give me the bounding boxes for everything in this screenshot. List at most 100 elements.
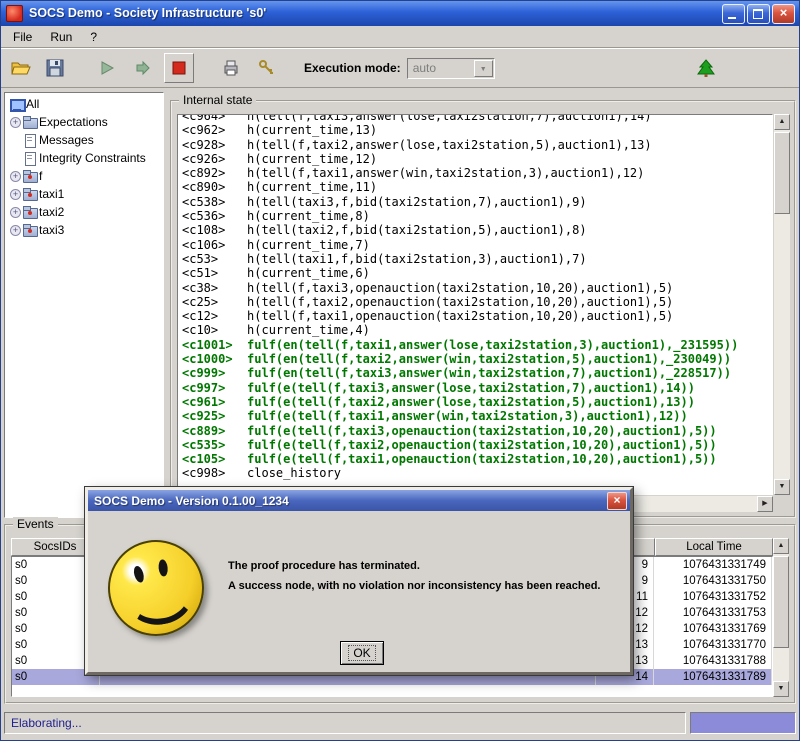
cell-local-time: 1076431331749 [654,557,772,573]
society-tree: All Expectations Messages Int [5,93,163,239]
tree-node-label: f [39,169,42,183]
scrollbar-corner [774,496,790,512]
state-line: <c998> close_history [182,466,771,480]
tree-node-icon [22,223,39,237]
state-line-text: <c998> close_history [182,466,341,480]
scroll-right-icon[interactable] [757,496,773,512]
scrollbar-thumb[interactable] [773,556,789,648]
events-vertical-scrollbar[interactable] [773,538,789,697]
internal-state-view[interactable]: <c964> h(tell(f,taxi3,answer(lose,taxi2s… [177,114,773,495]
state-line-text: <c51> h(current_time,6) [182,266,370,280]
tree-item[interactable]: f [5,167,163,185]
tree-node-label: taxi3 [39,223,64,237]
stop-icon [170,59,188,77]
stop-button[interactable] [164,53,194,83]
cell-local-time: 1076431331770 [654,637,772,653]
open-button[interactable] [6,53,36,83]
state-line: <c38> h(tell(f,taxi3,openauction(taxi2st… [182,281,771,295]
maximize-button[interactable] [747,4,770,24]
tree-node-icon [22,133,39,147]
minimize-button[interactable] [722,4,745,24]
toolbar: Execution mode: auto [0,48,800,88]
state-line-text: <c1000> fulf(en(tell(f,taxi2,answer(win,… [182,352,731,366]
chevron-down-icon[interactable] [474,60,493,77]
tree-node-label: taxi1 [39,187,64,201]
expand-toggle-icon[interactable] [9,170,22,183]
state-vertical-scrollbar[interactable] [774,114,790,495]
save-button[interactable] [40,53,70,83]
state-line-text: <c1001> fulf(en(tell(f,taxi1,answer(lose… [182,338,738,352]
state-line-text: <c999> fulf(en(tell(f,taxi3,answer(win,t… [182,366,731,380]
tree-item[interactable]: taxi1 [5,185,163,203]
tree-node-icon [9,97,26,111]
tree-item[interactable]: Expectations [5,113,163,131]
scroll-up-icon[interactable] [774,114,790,130]
tree-item[interactable]: Messages [5,131,163,149]
tree-item[interactable]: taxi3 [5,221,163,239]
dialog-message-line2: A success node, with no violation nor in… [228,580,600,592]
expand-toggle-icon[interactable] [9,188,22,201]
state-line-text: <c105> fulf(e(tell(f,taxi1,openauction(t… [182,452,717,466]
state-line-text: <c997> fulf(e(tell(f,taxi3,answer(lose,t… [182,381,695,395]
tree-node-icon [22,151,39,165]
state-line: <c999> fulf(en(tell(f,taxi3,answer(win,t… [182,366,771,380]
tree-node-label: Integrity Constraints [39,151,146,165]
state-line: <c925> fulf(e(tell(f,taxi1,answer(win,ta… [182,409,771,423]
scrollbar-thumb[interactable] [774,132,790,214]
state-line: <c108> h(tell(taxi2,f,bid(taxi2station,5… [182,223,771,237]
state-line-text: <c12> h(tell(f,taxi1,openauction(taxi2st… [182,309,673,323]
execution-mode-value: auto [413,59,436,78]
tree-node-icon [22,205,39,219]
menu-item[interactable]: File [4,28,41,46]
dialog-close-button[interactable] [607,492,627,510]
menu-item[interactable]: ? [81,28,106,46]
keys-icon [258,59,276,77]
scroll-up-icon[interactable] [773,538,789,554]
state-line: <c964> h(tell(f,taxi3,answer(lose,taxi2s… [182,114,771,123]
execution-mode-select[interactable]: auto [407,58,495,79]
result-dialog: SOCS Demo - Version 0.1.00_1234 The proo… [85,487,633,675]
step-button[interactable] [128,53,158,83]
scroll-down-icon[interactable] [773,681,789,697]
dialog-title-bar[interactable]: SOCS Demo - Version 0.1.00_1234 [88,490,630,511]
state-line: <c10> h(current_time,4) [182,323,771,337]
state-line-text: <c962> h(current_time,13) [182,123,377,137]
state-line: <c536> h(current_time,8) [182,209,771,223]
scroll-down-icon[interactable] [774,479,790,495]
keys-button[interactable] [252,53,282,83]
title-bar[interactable]: SOCS Demo - Society Infrastructure 's0' [0,0,800,26]
dialog-title: SOCS Demo - Version 0.1.00_1234 [94,494,289,508]
execution-mode-label: Execution mode: [304,61,401,75]
tree-item[interactable]: taxi2 [5,203,163,221]
main-window: SOCS Demo - Society Infrastructure 's0' … [0,0,800,741]
play-icon [98,59,116,77]
close-button[interactable] [772,4,795,24]
menu-bar: FileRun? [0,26,800,48]
expand-toggle-icon[interactable] [9,206,22,219]
state-line: <c535> fulf(e(tell(f,taxi2,openauction(t… [182,438,771,452]
internal-state-title: Internal state [179,93,256,107]
open-folder-icon [11,60,31,76]
state-line-text: <c538> h(tell(taxi3,f,bid(taxi2station,7… [182,195,587,209]
internal-state-text[interactable]: <c964> h(tell(f,taxi3,answer(lose,taxi2s… [182,114,771,493]
tree-node-label: All [26,97,39,111]
tree-node-icon [22,169,39,183]
state-line: <c889> fulf(e(tell(f,taxi3,openauction(t… [182,424,771,438]
printer-button[interactable] [216,53,246,83]
state-line-text: <c889> fulf(e(tell(f,taxi3,openauction(t… [182,424,717,438]
run-button[interactable] [92,53,122,83]
tree-node-icon [22,187,39,201]
menu-item[interactable]: Run [41,28,81,46]
state-line-text: <c961> fulf(e(tell(f,taxi2,answer(lose,t… [182,395,695,409]
tree-item[interactable]: All [5,95,163,113]
tree-view-button[interactable] [691,53,721,83]
tree-item[interactable]: Integrity Constraints [5,149,163,167]
column-header-local-time[interactable]: Local Time [655,538,773,556]
expand-toggle-icon[interactable] [9,224,22,237]
state-line: <c53> h(tell(taxi1,f,bid(taxi2station,3)… [182,252,771,266]
tree-node-icon [22,115,39,129]
ok-button[interactable]: OK [340,641,384,665]
tree-node-label: Messages [39,133,94,147]
state-line: <c106> h(current_time,7) [182,238,771,252]
expand-toggle-icon[interactable] [9,116,22,129]
